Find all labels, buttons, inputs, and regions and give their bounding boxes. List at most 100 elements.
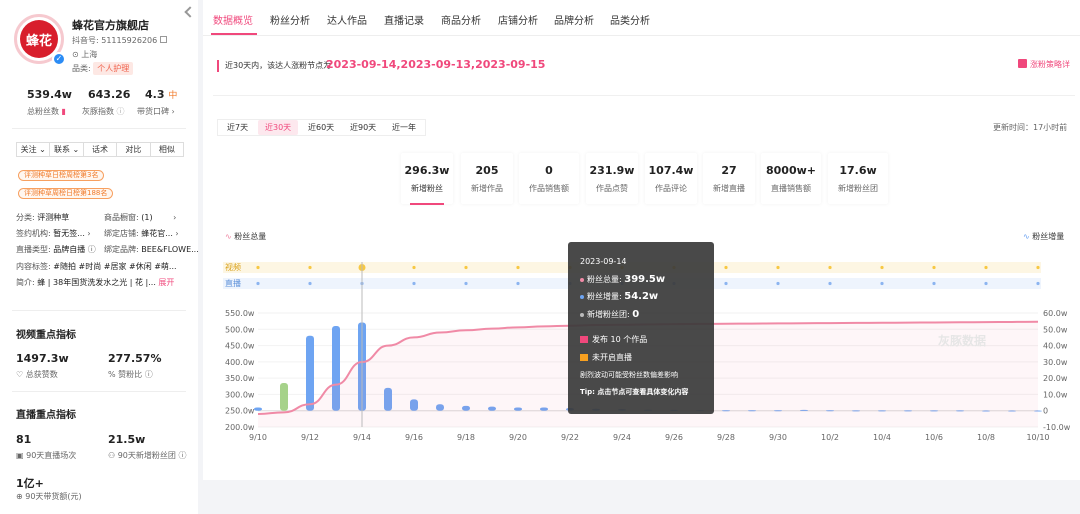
similar-button[interactable]: 相似 (151, 143, 183, 156)
y-tick-label: 200.0w (225, 423, 255, 432)
divider (12, 128, 186, 129)
tab-live[interactable]: 直播记录 (384, 12, 424, 27)
metric-card-works-sales[interactable]: 0 作品销售额 (519, 153, 579, 204)
account-id-text: 抖音号: 51115926206 (72, 36, 158, 45)
stat-reputation: 4.3 中 带货口碑 › (137, 88, 177, 117)
tooltip-date: 2023-09-14 (580, 257, 627, 266)
copy-icon[interactable] (159, 36, 167, 43)
video-metrics-title: 视频重点指标 (16, 330, 76, 341)
period-30d[interactable]: 近30天 (258, 120, 299, 135)
account-id: 抖音号: 51115926206 (72, 35, 167, 46)
y-tick-label: 250.0w (225, 407, 255, 416)
video-marker (464, 265, 468, 270)
video-m2-value: 277.57% (108, 352, 162, 365)
category-tag: 个人护理 (93, 62, 134, 75)
period-1y[interactable]: 近一年 (385, 120, 423, 135)
live-marker (828, 281, 832, 286)
tab-brands[interactable]: 品牌分析 (554, 12, 594, 27)
tab-goods[interactable]: 商品分析 (441, 12, 481, 27)
x-tick-label: 10/4 (873, 433, 891, 442)
strategy-button[interactable]: 涨粉策略详 (1030, 59, 1070, 70)
chevron-right-icon[interactable]: › (172, 107, 175, 116)
live-m1-value: 81 (16, 433, 32, 446)
notice-text: 近30天内，该达人涨粉节点为 (225, 61, 332, 70)
y2-tick-label: 10.0w (1043, 390, 1068, 399)
rank-tag[interactable]: 评测种草周榜日榜第188名 (18, 188, 114, 199)
stat-label: 灰豚指数 (82, 107, 114, 116)
live-marker (984, 281, 988, 286)
live-marker (412, 281, 416, 286)
video-marker (308, 265, 312, 270)
video-marker (256, 265, 260, 270)
y2-tick-label: 50.0w (1043, 325, 1068, 334)
y2-tick-label: -10.0w (1043, 423, 1071, 432)
tooltip-tip: Tip: 点击节点可查看具体变化内容 (580, 388, 689, 396)
info-bind-shop[interactable]: 绑定店铺: 蜂花官... › (104, 228, 179, 239)
period-60d[interactable]: 近60天 (301, 120, 341, 135)
metric-card-new-works[interactable]: 205 新增作品 (461, 153, 513, 204)
tab-shops[interactable]: 店铺分析 (498, 12, 538, 27)
stat-index: 643.26 灰豚指数 ⓘ (82, 88, 130, 117)
rank-tag[interactable]: 评测种草日榜周榜第3名 (18, 170, 105, 181)
script-button[interactable]: 话术 (84, 143, 118, 156)
metric-card-live-sales[interactable]: 8000w+ 直播销售额 (761, 153, 821, 204)
location: ⊙ 上海 (72, 49, 97, 60)
x-tick-label: 10/2 (821, 433, 839, 442)
divider (213, 95, 1075, 96)
account-sidebar: 蜂花 ✓ 蜂花官方旗舰店 抖音号: 51115926206 ⊙ 上海 品类: 个… (0, 0, 199, 514)
metric-card-new-live[interactable]: 27 新增直播 (703, 153, 755, 204)
y-tick-label: 300.0w (225, 390, 255, 399)
period-7d[interactable]: 近7天 (220, 120, 255, 135)
live-track-label: 直播 (225, 278, 241, 288)
compare-button[interactable]: 对比 (117, 143, 151, 156)
y2-tick-label: 0 (1043, 407, 1048, 416)
metric-card-new-fan-club[interactable]: 17.6w 新增粉丝团 (828, 153, 888, 204)
tab-overview[interactable]: 数据概览 (213, 12, 253, 27)
video-icon (580, 336, 588, 343)
metric-card-new-fans[interactable]: 296.3w 新增粉丝 (401, 153, 453, 204)
tooltip-hint: 剧烈波动可能受粉丝数偏差影响 (580, 371, 678, 379)
video-marker (724, 265, 728, 270)
period-90d[interactable]: 近90天 (343, 120, 383, 135)
notice-dates: 2023-09-14,2023-09-13,2023-09-15 (326, 58, 546, 71)
y2-tick-label: 20.0w (1043, 374, 1068, 383)
y-tick-label: 500.0w (225, 325, 255, 334)
chart-icon[interactable]: ▮ (62, 107, 66, 116)
info-window[interactable]: 商品橱窗: (1) › (104, 212, 176, 223)
metric-card-comments[interactable]: 107.4w 作品评论 (645, 153, 697, 204)
bar-fans-increase (254, 407, 262, 411)
bar-fans-increase (280, 383, 288, 411)
video-marker (932, 265, 936, 270)
video-m1-label: ♡ 总获赞数 (16, 370, 58, 379)
help-icon[interactable]: ⓘ (117, 107, 125, 116)
x-tick-label: 9/28 (717, 433, 735, 442)
live-marker (256, 281, 260, 286)
video-marker (516, 265, 520, 270)
follow-button[interactable]: 关注 ⌄ (17, 143, 51, 156)
live-m2-value: 21.5w (108, 433, 146, 446)
y2-tick-label: 60.0w (1043, 309, 1068, 318)
collapse-icon[interactable] (184, 6, 196, 18)
divider (12, 310, 186, 311)
y2-tick-label: 30.0w (1043, 358, 1068, 367)
expand-link[interactable]: 展开 (158, 278, 174, 287)
y-tick-label: 400.0w (225, 358, 255, 367)
metric-card-likes[interactable]: 231.9w 作品点赞 (586, 153, 638, 204)
tab-underline (211, 33, 257, 35)
tab-works[interactable]: 达人作品 (327, 12, 367, 27)
stat-value: 4.3 (145, 88, 165, 101)
chart-tooltip: 2023-09-14 粉丝总量: 399.5w 粉丝增量: 54.2w 新增粉丝… (568, 242, 714, 414)
tab-fans[interactable]: 粉丝分析 (270, 12, 310, 27)
stat-label: 带货口碑 (137, 107, 169, 116)
video-marker (828, 265, 832, 270)
live-m3-value: 1亿+ (16, 477, 44, 490)
video-marker (1036, 265, 1040, 270)
strategy-icon (1018, 59, 1027, 68)
tab-categories[interactable]: 品类分析 (610, 12, 650, 27)
contact-button[interactable]: 联系 ⌄ (50, 143, 84, 156)
info-brand: 绑定品牌: BEE&FLOWE... (104, 245, 199, 254)
live-marker (516, 281, 520, 286)
divider (12, 391, 186, 392)
tooltip-club: 0 (632, 309, 640, 320)
video-marker (880, 265, 884, 270)
